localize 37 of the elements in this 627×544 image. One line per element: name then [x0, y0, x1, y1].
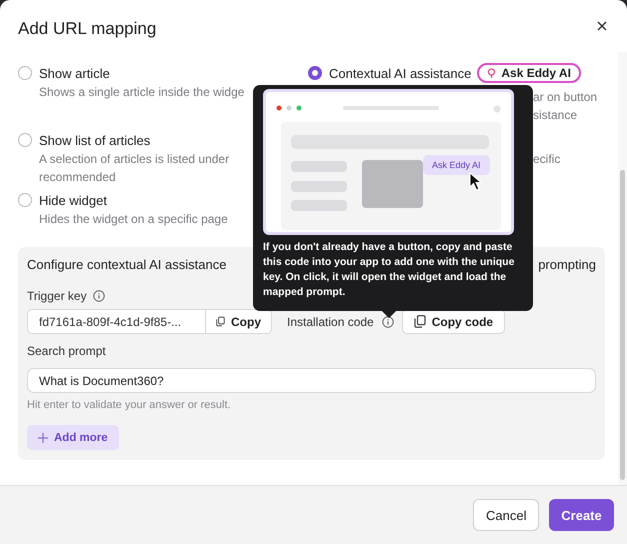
radio-button[interactable]: [18, 133, 32, 147]
create-button[interactable]: Create: [549, 499, 614, 531]
option-description: A selection of articles is listed under recommended: [39, 151, 230, 186]
cursor-icon: [469, 172, 482, 191]
field-label: Installation code: [287, 314, 374, 328]
option-description: sistance: [533, 107, 578, 124]
tooltip-text: If you don't already have a button, copy and paste this code into your app to add one with the unique key. On click, it will open the widget and load the mapped prompt.: [263, 240, 516, 300]
option-label: Show list of articles: [39, 132, 150, 148]
copy-icon: [216, 315, 225, 328]
plus-icon: [38, 432, 48, 442]
hint-text: Hit enter to validate your answer or result.: [27, 399, 231, 411]
option-description: Shows a single article inside the widge: [39, 84, 246, 101]
close-icon[interactable]: [597, 21, 607, 31]
copy-code-button[interactable]: Copy code: [402, 309, 506, 334]
option-description: Hides the widget on a specific page: [39, 211, 229, 228]
cancel-button[interactable]: Cancel: [473, 499, 539, 531]
radio-button[interactable]: [18, 66, 32, 80]
panel-title: Configure contextual AI assistance: [27, 257, 226, 272]
trigger-key-field[interactable]: fd7161a-809f-4c1d-9f85-...: [27, 309, 205, 334]
search-prompt-field[interactable]: What is Document360?: [27, 368, 596, 393]
option-description: ar on button: [533, 89, 598, 106]
scrollbar-thumb[interactable]: [620, 170, 625, 480]
copy-icon: [414, 315, 426, 328]
add-more-button[interactable]: Add more: [27, 425, 119, 450]
panel-title: prompting: [538, 257, 596, 272]
option-description: ecific: [533, 151, 560, 168]
radio-button[interactable]: [308, 66, 322, 80]
field-label: Search prompt: [27, 344, 106, 358]
info-icon[interactable]: [382, 316, 394, 328]
field-label: Trigger key: [27, 289, 87, 303]
option-label: Hide widget: [39, 192, 107, 208]
copy-button[interactable]: Copy: [205, 309, 272, 334]
radio-button[interactable]: [18, 193, 32, 207]
ai-badge: Ask Eddy AI: [477, 63, 581, 83]
option-label: Contextual AI assistance: [329, 66, 472, 80]
option-label: Show article: [39, 66, 110, 80]
dialog-title: Add URL mapping: [18, 19, 156, 39]
